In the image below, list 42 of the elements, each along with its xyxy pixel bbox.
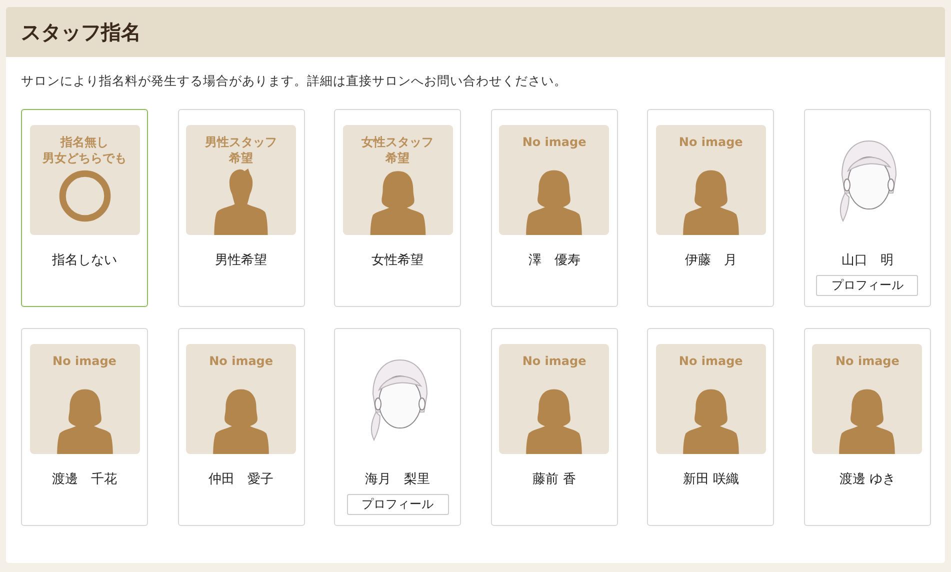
staff-card[interactable]: No image 仲田 愛子 xyxy=(178,328,305,526)
image-caption: 男女どちらでも xyxy=(42,150,126,166)
image-caption: No image xyxy=(678,135,743,151)
staff-name: 仲田 愛子 xyxy=(208,471,274,488)
staff-card[interactable]: 男性スタッフ 希望 男性希望 xyxy=(178,109,305,307)
staff-name: 藤前 香 xyxy=(532,471,576,488)
image-caption: No image xyxy=(836,354,900,370)
staff-card[interactable]: 指名無し 男女どちらでも 指名しない xyxy=(21,109,148,307)
image-caption: 男性スタッフ xyxy=(205,135,278,151)
image-caption: No image xyxy=(522,354,586,370)
staff-name: 新田 咲織 xyxy=(682,471,739,488)
staff-card[interactable]: No image 渡邊 千花 xyxy=(21,328,148,526)
staff-name: 指名しない xyxy=(52,252,117,269)
image-caption: No image xyxy=(209,354,274,370)
staff-name: 海月 梨里 xyxy=(365,471,430,488)
profile-button[interactable]: プロフィール xyxy=(346,494,449,515)
image-caption: 希望 xyxy=(229,150,254,166)
staff-name: 女性希望 xyxy=(372,252,424,269)
staff-card[interactable]: No image 伊藤 月 xyxy=(647,109,774,307)
staff-name: 渡邊 ゆき xyxy=(839,471,896,488)
staff-name: 渡邊 千花 xyxy=(52,471,117,488)
page-title: スタッフ指名 xyxy=(21,18,141,46)
staff-name: 伊藤 月 xyxy=(684,252,737,269)
image-caption: No image xyxy=(678,354,743,370)
staff-card[interactable]: 女性スタッフ 希望 女性希望 xyxy=(334,109,462,307)
circle-icon xyxy=(56,168,112,224)
profile-button[interactable]: プロフィール xyxy=(816,275,918,296)
staff-card[interactable]: No image 新田 咲織 xyxy=(647,328,774,526)
staff-name: 男性希望 xyxy=(215,252,268,269)
staff-card[interactable]: 海月 梨里 プロフィール xyxy=(334,328,462,526)
image-caption: No image xyxy=(522,135,586,151)
staff-card[interactable]: No image 澤 優寿 xyxy=(490,109,618,307)
staff-card[interactable]: No image 藤前 香 xyxy=(490,328,618,526)
image-caption: 希望 xyxy=(386,150,410,166)
staff-card[interactable]: 山口 明 プロフィール xyxy=(804,109,931,307)
staff-name: 山口 明 xyxy=(841,252,894,269)
staff-card[interactable]: No image 渡邊 ゆき xyxy=(804,328,931,526)
image-caption: 指名無し xyxy=(60,135,108,151)
staff-name: 澤 優寿 xyxy=(528,252,580,269)
image-caption: No image xyxy=(52,354,116,370)
notice-text: サロンにより指名料が発生する場合があります。詳細は直接サロンへお問い合わせください。 xyxy=(21,73,568,90)
image-caption: 女性スタッフ xyxy=(362,135,434,151)
